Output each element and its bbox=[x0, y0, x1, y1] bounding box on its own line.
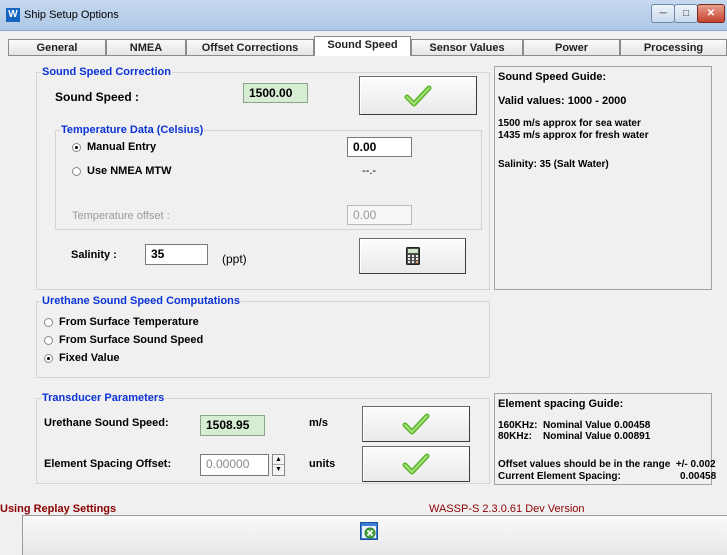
tab-processing[interactable]: Processing bbox=[620, 39, 727, 56]
salinity-label: Salinity : bbox=[71, 249, 117, 261]
from-surface-sound-speed-radio[interactable] bbox=[44, 336, 53, 345]
group-title: Temperature Data (Celsius) bbox=[60, 124, 205, 136]
group-title: Transducer Parameters bbox=[41, 392, 166, 404]
spinner-down-icon[interactable]: ▼ bbox=[273, 465, 284, 475]
current-element-spacing-label: Current Element Spacing: bbox=[498, 471, 621, 482]
guide-title: Sound Speed Guide: bbox=[498, 71, 607, 83]
from-surface-temperature-radio[interactable] bbox=[44, 318, 53, 327]
guide-sea-water: 1500 m/s approx for sea water bbox=[498, 118, 641, 129]
group-title: Urethane Sound Speed Computations bbox=[41, 295, 242, 307]
element-guide-title: Element spacing Guide: bbox=[498, 398, 624, 410]
replay-status: Using Replay Settings bbox=[0, 503, 117, 515]
element-guide-80khz: 80KHz: Nominal Value 0.00891 bbox=[498, 431, 651, 442]
urethane-sound-speed-value: 1508.95 bbox=[200, 415, 265, 436]
fixed-value-label[interactable]: Fixed Value bbox=[59, 352, 120, 364]
guide-valid-values: Valid values: 1000 - 2000 bbox=[498, 95, 627, 107]
exit-button[interactable] bbox=[22, 515, 727, 555]
nmea-temperature-value: --.- bbox=[362, 165, 377, 177]
group-title: Sound Speed Correction bbox=[41, 66, 172, 78]
manual-temperature-input[interactable]: 0.00 bbox=[347, 137, 412, 157]
version-label: WASSP-S 2.3.0.61 Dev Version bbox=[429, 503, 585, 515]
manual-entry-label[interactable]: Manual Entry bbox=[87, 141, 156, 153]
salinity-unit: (ppt) bbox=[222, 252, 247, 266]
salinity-input[interactable]: 35 bbox=[145, 244, 208, 265]
element-spacing-offset-input[interactable]: 0.00000 bbox=[200, 454, 269, 476]
window-title: Ship Setup Options bbox=[24, 9, 119, 21]
check-icon bbox=[402, 453, 430, 475]
element-guide-range: Offset values should be in the range +/-… bbox=[498, 459, 716, 470]
check-icon bbox=[404, 85, 432, 106]
tab-general[interactable]: General bbox=[8, 39, 106, 56]
from-surface-temperature-label[interactable]: From Surface Temperature bbox=[59, 316, 199, 328]
close-button[interactable]: ✕ bbox=[697, 4, 725, 23]
element-guide-160khz: 160KHz: Nominal Value 0.00458 bbox=[498, 420, 651, 431]
calculator-icon bbox=[406, 247, 420, 265]
minimize-button[interactable]: ─ bbox=[651, 4, 675, 23]
exit-window-icon bbox=[360, 522, 378, 540]
manual-entry-radio[interactable] bbox=[72, 143, 81, 152]
check-icon bbox=[402, 413, 430, 435]
temperature-offset-label: Temperature offset : bbox=[72, 210, 170, 222]
use-nmea-mtw-radio[interactable] bbox=[72, 167, 81, 176]
tab-nmea[interactable]: NMEA bbox=[106, 39, 186, 56]
tab-power[interactable]: Power bbox=[523, 39, 620, 56]
apply-sound-speed-button[interactable] bbox=[359, 76, 477, 115]
urethane-sound-speed-label: Urethane Sound Speed: bbox=[44, 417, 169, 429]
apply-urethane-speed-button[interactable] bbox=[362, 406, 470, 442]
current-element-spacing-value: 0.00458 bbox=[680, 471, 717, 482]
tab-bar: General NMEA Offset Corrections Sound Sp… bbox=[8, 36, 727, 56]
urethane-sound-speed-unit: m/s bbox=[309, 417, 328, 429]
fixed-value-radio[interactable] bbox=[44, 354, 53, 363]
from-surface-sound-speed-label[interactable]: From Surface Sound Speed bbox=[59, 334, 203, 346]
use-nmea-mtw-label[interactable]: Use NMEA MTW bbox=[87, 165, 172, 177]
guide-fresh-water: 1435 m/s approx for fresh water bbox=[498, 130, 649, 141]
apply-element-spacing-button[interactable] bbox=[362, 446, 470, 482]
tab-offset-corrections[interactable]: Offset Corrections bbox=[186, 39, 314, 56]
tab-sound-speed[interactable]: Sound Speed bbox=[314, 36, 411, 56]
sound-speed-label: Sound Speed : bbox=[55, 90, 139, 104]
app-icon: W bbox=[6, 8, 20, 22]
guide-salinity: Salinity: 35 (Salt Water) bbox=[498, 159, 609, 170]
element-spacing-unit: units bbox=[309, 458, 336, 470]
title-bar[interactable]: W Ship Setup Options ─ □ ✕ bbox=[0, 0, 727, 31]
temperature-offset-input[interactable]: 0.00 bbox=[347, 205, 412, 225]
element-spacing-spinner[interactable]: ▲ ▼ bbox=[272, 454, 285, 476]
calculator-button[interactable] bbox=[359, 238, 466, 274]
tab-sensor-values[interactable]: Sensor Values bbox=[411, 39, 523, 56]
spinner-up-icon[interactable]: ▲ bbox=[273, 455, 284, 465]
sound-speed-value: 1500.00 bbox=[243, 83, 308, 103]
element-spacing-offset-label: Element Spacing Offset: bbox=[44, 458, 172, 470]
maximize-button[interactable]: □ bbox=[674, 4, 698, 23]
